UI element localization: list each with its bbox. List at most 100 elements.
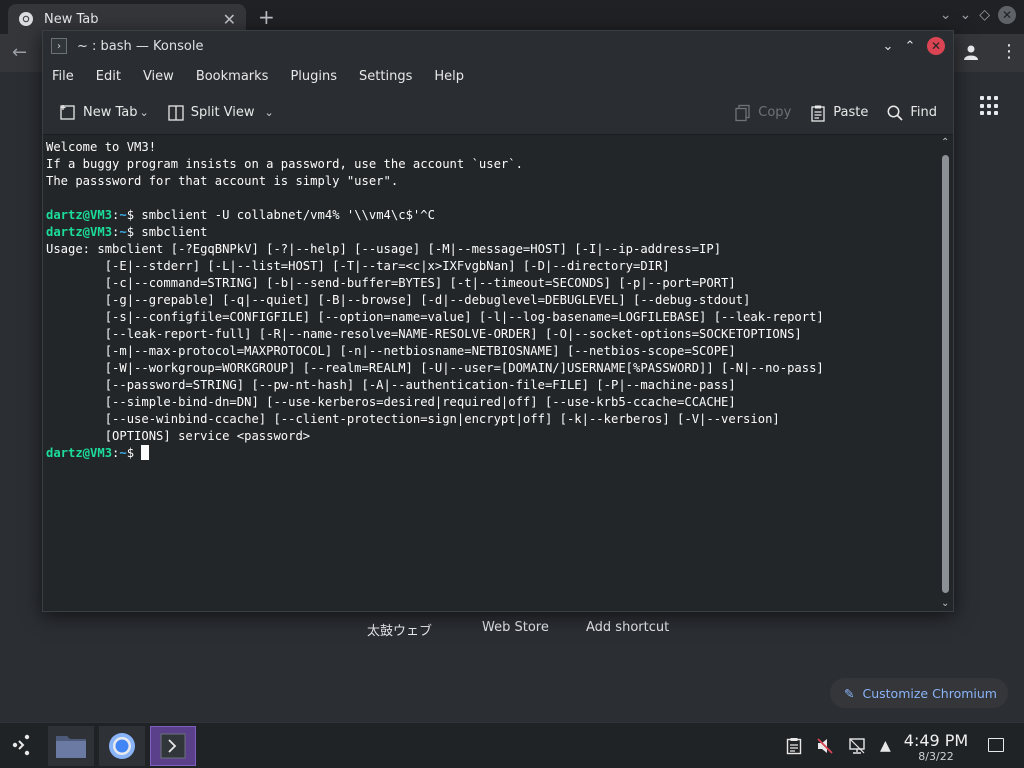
- usage-line: [-W|--workgroup=WORKGROUP] [--realm=REAL…: [46, 361, 824, 375]
- new-tab-icon: [60, 104, 75, 120]
- paste-button[interactable]: Paste: [809, 104, 868, 122]
- usage-line: [--password=STRING] [--pw-nt-hash] [-A|-…: [46, 378, 736, 392]
- close-button[interactable]: ✕: [927, 37, 945, 55]
- command-text: smbclient: [141, 225, 208, 239]
- folder-icon: [56, 736, 86, 758]
- terminal-output[interactable]: Welcome to VM3! If a buggy program insis…: [43, 135, 939, 611]
- terminal-line: The passsword for that account is simply…: [46, 174, 399, 188]
- task-chromium[interactable]: [99, 726, 145, 766]
- copy-button[interactable]: Copy: [734, 104, 791, 122]
- command-text: smbclient -U collabnet/vm4% '\\vm4\c$'^C: [141, 208, 435, 222]
- kebab-menu-icon[interactable]: ⋮: [1000, 43, 1018, 61]
- maximize-button[interactable]: ⌃: [899, 39, 921, 54]
- apps-grid-icon[interactable]: [980, 96, 1000, 116]
- shortcut-taiko[interactable]: 太鼓ウェブ: [367, 620, 432, 639]
- profile-icon[interactable]: [962, 43, 980, 61]
- find-label: Find: [910, 105, 937, 120]
- usage-line: [--leak-report-full] [-R|--name-resolve=…: [46, 327, 802, 341]
- scroll-up-icon[interactable]: ⌃: [941, 137, 949, 148]
- prompt-user-host: dartz@VM3: [46, 446, 113, 460]
- scrollbar-thumb[interactable]: [942, 155, 949, 593]
- usage-line: [-m|--max-protocol=MAXPROTOCOL] [-n|--ne…: [46, 344, 736, 358]
- prompt-symbol: $: [126, 446, 142, 460]
- menu-bookmarks[interactable]: Bookmarks: [196, 69, 269, 84]
- split-view-button[interactable]: Split View ⌄: [167, 104, 274, 122]
- konsole-titlebar[interactable]: › ~ : bash — Konsole ⌄ ⌃ ✕: [43, 31, 953, 61]
- usage-line: [--simple-bind-dn=DN] [--use-kerberos=de…: [46, 395, 736, 409]
- chrome-logo-icon: [19, 12, 33, 26]
- customize-chromium-button[interactable]: ✎ Customize Chromium: [830, 678, 1008, 708]
- minimize-button[interactable]: ⌄: [877, 39, 899, 54]
- terminal-command-line: dartz@VM3:~$ smbclient: [46, 224, 939, 241]
- tray-expand-icon[interactable]: ▲: [880, 738, 891, 754]
- konsole-toolbar: New Tab ⌄ Split View ⌄ Copy Paste Find: [43, 91, 953, 135]
- task-file-manager[interactable]: [48, 726, 94, 766]
- prompt-symbol: $: [126, 225, 142, 239]
- find-button[interactable]: Find: [886, 104, 937, 122]
- terminal-scrollbar[interactable]: ⌃ ⌄: [939, 135, 953, 611]
- volume-muted-icon[interactable]: [816, 737, 834, 755]
- application-launcher-icon[interactable]: [10, 733, 34, 757]
- terminal-line: Welcome to VM3!: [46, 140, 157, 154]
- network-icon[interactable]: [848, 737, 866, 755]
- tab-close-icon[interactable]: ✕: [223, 10, 236, 29]
- menu-edit[interactable]: Edit: [96, 69, 121, 84]
- menu-help[interactable]: Help: [434, 69, 464, 84]
- usage-line: Usage: smbclient [-?EgqBNPkV] [-?|--help…: [46, 242, 722, 256]
- search-icon: [887, 105, 903, 121]
- terminal-icon: ›: [51, 38, 67, 54]
- prompt-user-host: dartz@VM3: [46, 208, 113, 222]
- terminal-command-line: dartz@VM3:~$ smbclient -U collabnet/vm4%…: [46, 207, 939, 224]
- split-view-icon: [168, 104, 184, 121]
- new-tab-label: New Tab: [83, 105, 138, 120]
- tab-title: New Tab: [44, 11, 99, 27]
- shortcut-web-store[interactable]: Web Store: [482, 620, 549, 635]
- menu-file[interactable]: File: [52, 69, 74, 84]
- chromium-icon: [109, 733, 135, 759]
- new-tab-dropdown-icon[interactable]: ⌄: [140, 106, 149, 119]
- usage-line: [-c|--command=STRING] [-b|--send-buffer=…: [46, 276, 736, 290]
- usage-line: [-g|--grepable] [-q|--quiet] [-B|--brows…: [46, 293, 751, 307]
- pencil-icon: ✎: [844, 685, 855, 701]
- clock-date: 8/3/22: [918, 750, 954, 763]
- task-konsole[interactable]: [150, 726, 196, 766]
- system-tray: ▲: [786, 723, 891, 768]
- paste-icon: [811, 105, 825, 122]
- customize-label: Customize Chromium: [862, 685, 997, 701]
- digital-clock[interactable]: 4:49 PM 8/3/22: [900, 731, 972, 763]
- terminal-icon: [160, 733, 186, 759]
- usage-line: [-E|--stderr] [-L|--list=HOST] [-T|--tar…: [46, 259, 670, 273]
- show-desktop-icon[interactable]: [988, 738, 1004, 752]
- prompt-symbol: $: [126, 208, 142, 222]
- usage-line: [OPTIONS] service <password>: [46, 429, 311, 443]
- maximize-icon[interactable]: ◇: [979, 7, 990, 23]
- prompt-path: ~: [119, 446, 127, 460]
- menu-view[interactable]: View: [143, 69, 174, 84]
- window-title: ~ : bash — Konsole: [77, 38, 204, 54]
- prompt-path: ~: [119, 225, 127, 239]
- usage-line: [-s|--configfile=CONFIGFILE] [--option=n…: [46, 310, 824, 324]
- split-view-dropdown-icon[interactable]: ⌄: [265, 106, 274, 119]
- taskbar: ▲ 4:49 PM 8/3/22: [0, 722, 1024, 768]
- copy-label: Copy: [758, 105, 792, 120]
- menu-settings[interactable]: Settings: [359, 69, 412, 84]
- shortcut-add[interactable]: Add shortcut: [586, 620, 669, 635]
- clock-time: 4:49 PM: [903, 731, 969, 750]
- terminal-prompt-line: dartz@VM3:~$: [46, 445, 939, 462]
- konsole-window: › ~ : bash — Konsole ⌄ ⌃ ✕ File Edit Vie…: [42, 30, 954, 612]
- prompt-path: ~: [119, 208, 127, 222]
- back-arrow-icon[interactable]: ←: [12, 42, 27, 63]
- new-tab-button[interactable]: New Tab ⌄: [59, 104, 149, 122]
- browser-tabstrip: New Tab ✕ + ⌄ ⌄ ◇ ✕: [0, 0, 1024, 34]
- usage-line: [--use-winbind-ccache] [--client-protect…: [46, 412, 780, 426]
- paste-label: Paste: [833, 105, 869, 120]
- new-tab-icon[interactable]: +: [258, 5, 275, 29]
- menu-plugins[interactable]: Plugins: [290, 69, 337, 84]
- tab-search-icon[interactable]: ⌄: [940, 7, 952, 23]
- browser-close-icon[interactable]: ✕: [998, 6, 1016, 24]
- terminal-line: If a buggy program insists on a password…: [46, 157, 523, 171]
- minimize-icon[interactable]: ⌄: [959, 7, 971, 23]
- clipboard-icon[interactable]: [786, 737, 802, 755]
- scroll-down-icon[interactable]: ⌄: [941, 598, 949, 609]
- text-cursor: [141, 445, 150, 460]
